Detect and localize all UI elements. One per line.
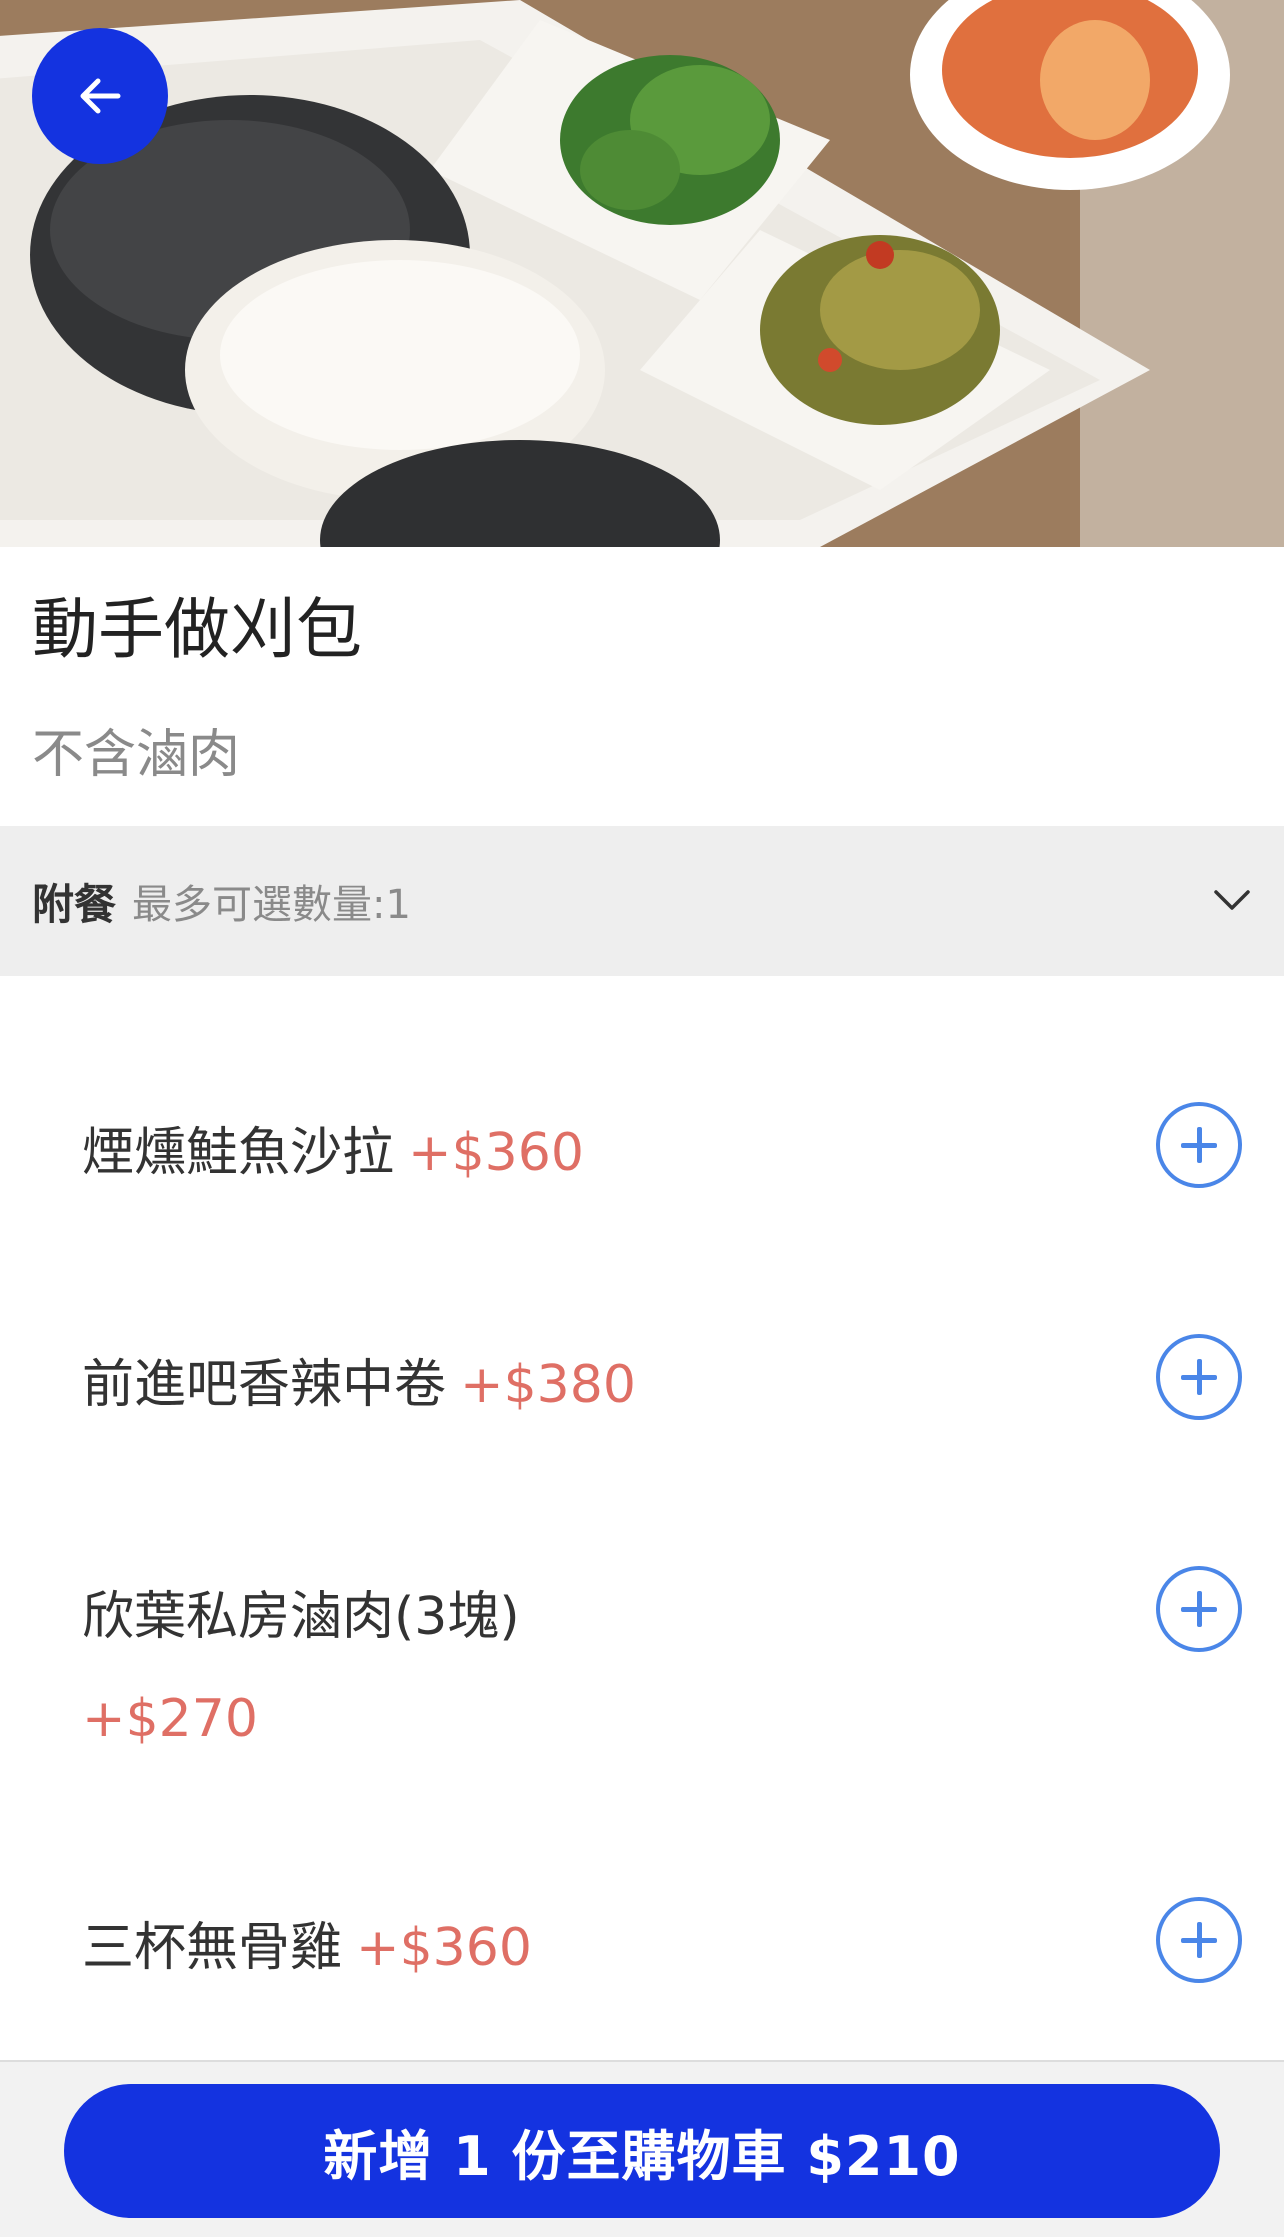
plus-circle-icon[interactable] (1156, 1334, 1242, 1420)
addon-option-price: +$360 (408, 1123, 584, 1183)
plus-circle-icon[interactable] (1156, 1897, 1242, 1983)
back-button[interactable] (32, 28, 168, 164)
addons-section-header[interactable]: 附餐 最多可選數量:1 (0, 826, 1284, 976)
item-title: 動手做刈包 (32, 591, 362, 668)
food-illustration (0, 0, 1284, 547)
addon-option-name: 前進吧香辣中卷 (82, 1355, 447, 1415)
chevron-down-icon[interactable] (1210, 878, 1254, 922)
plus-circle-icon[interactable] (1156, 1102, 1242, 1188)
addon-option: 三杯無骨雞 +$360 (82, 1915, 1182, 1981)
add-to-cart-button[interactable]: 新增 1 份至購物車 $210 (64, 2084, 1220, 2218)
plus-circle-icon[interactable] (1156, 1566, 1242, 1652)
bottom-bar: 新增 1 份至購物車 $210 (0, 2060, 1284, 2237)
item-detail-page: 動手做刈包 不含滷肉 附餐 最多可選數量:1 煙燻鮭魚沙拉 +$360 前進吧香辣… (0, 0, 1284, 2237)
addon-option-price: +$270 (82, 1689, 258, 1749)
addon-option-name: 三杯無骨雞 (82, 1918, 343, 1978)
arrow-left-icon (80, 78, 121, 114)
addon-option-name: 欣葉私房滷肉(3塊) (82, 1587, 520, 1647)
item-description: 不含滷肉 (32, 725, 241, 785)
addon-option: 煙燻鮭魚沙拉 +$360 (82, 1120, 1182, 1186)
item-photo (0, 0, 1284, 547)
addons-section-title: 附餐 (32, 879, 117, 929)
addon-option-price: +$380 (460, 1355, 636, 1415)
addon-option: 欣葉私房滷肉(3塊) +$270 (82, 1584, 1182, 1752)
addon-option-price: +$360 (356, 1918, 532, 1978)
addon-option-name: 煙燻鮭魚沙拉 (82, 1123, 395, 1183)
addons-max-selection-hint: 最多可選數量:1 (132, 882, 411, 928)
addon-option: 前進吧香辣中卷 +$380 (82, 1352, 1182, 1418)
